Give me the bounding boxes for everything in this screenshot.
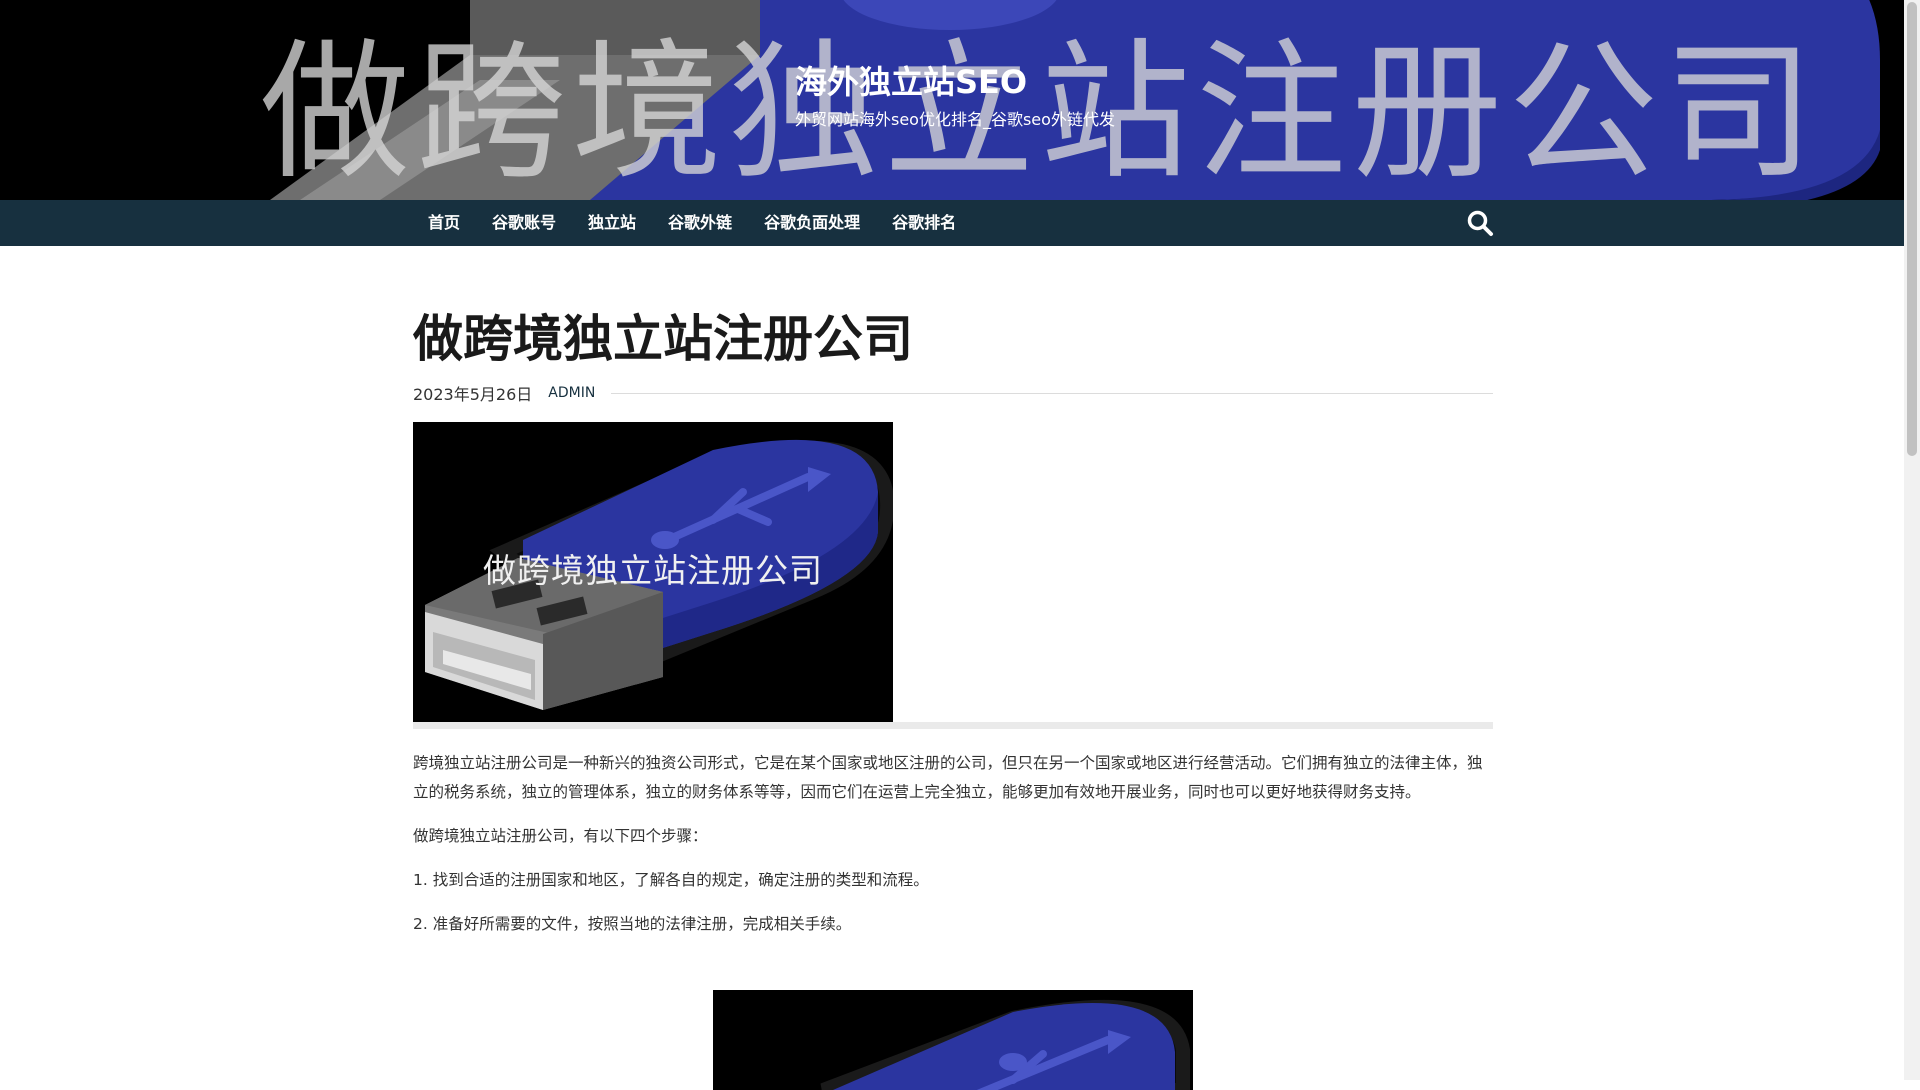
nav-menu: 首页 谷歌账号 独立站 谷歌外链 谷歌负面处理 谷歌排名 xyxy=(412,200,972,246)
article-title: 做跨境独立站注册公司 xyxy=(413,310,913,368)
nav-item-independent-site[interactable]: 独立站 xyxy=(572,200,652,246)
post-author-link[interactable]: ADMIN xyxy=(548,385,595,401)
nav-item-google-accounts[interactable]: 谷歌账号 xyxy=(476,200,572,246)
scrollbar-thumb[interactable] xyxy=(1907,2,1917,456)
site-title[interactable]: 海外独立站SEO xyxy=(795,60,1115,104)
search-icon[interactable] xyxy=(1466,209,1494,237)
post-date[interactable]: 2023年5月26日 xyxy=(413,381,532,405)
header-banner: 做跨境独立站注册公司 海外独立站SEO 外贸网站海外seo优化排名_谷歌seo外… xyxy=(0,0,1904,200)
featured-image-container: 做跨境独立站注册公司 xyxy=(413,422,1493,729)
nav-item-google-backlinks[interactable]: 谷歌外链 xyxy=(652,200,748,246)
site-description: 外贸网站海外seo优化排名_谷歌seo外链代发 xyxy=(795,110,1115,129)
nav-item-google-ranking[interactable]: 谷歌排名 xyxy=(876,200,972,246)
article-paragraph: 做跨境独立站注册公司，有以下四个步骤： xyxy=(413,827,708,845)
usb-drive-illustration xyxy=(713,990,1193,1090)
article-body: 跨境独立站注册公司是一种新兴的独资公司形式，它是在某个国家或地区注册的公司，但只… xyxy=(413,749,1493,939)
article-inline-image xyxy=(713,990,1193,1090)
article-paragraph: 1. 找到合适的注册国家和地区，了解各自的规定，确定注册的类型和流程。 xyxy=(413,871,929,889)
nav-item-google-negative-removal[interactable]: 谷歌负面处理 xyxy=(748,200,876,246)
main-navigation: 首页 谷歌账号 独立站 谷歌外链 谷歌负面处理 谷歌排名 xyxy=(0,200,1904,246)
article-paragraph: 跨境独立站注册公司是一种新兴的独资公司形式，它是在某个国家或地区注册的公司，但只… xyxy=(413,754,1483,801)
article: 做跨境独立站注册公司 2023年5月26日 ADMIN 做跨境独立站注册公司 跨… xyxy=(413,246,1493,954)
featured-image-caption: 做跨境独立站注册公司 xyxy=(483,551,823,590)
article-meta: 2023年5月26日 ADMIN xyxy=(413,382,1493,404)
meta-divider xyxy=(611,392,1493,394)
site-branding: 海外独立站SEO 外贸网站海外seo优化排名_谷歌seo外链代发 xyxy=(795,60,1115,130)
article-paragraph: 2. 准备好所需要的文件，按照当地的法律注册，完成相关手续。 xyxy=(413,915,852,933)
nav-item-home[interactable]: 首页 xyxy=(412,200,476,246)
page-scrollbar[interactable] xyxy=(1904,0,1920,1080)
featured-image: 做跨境独立站注册公司 xyxy=(413,422,893,722)
